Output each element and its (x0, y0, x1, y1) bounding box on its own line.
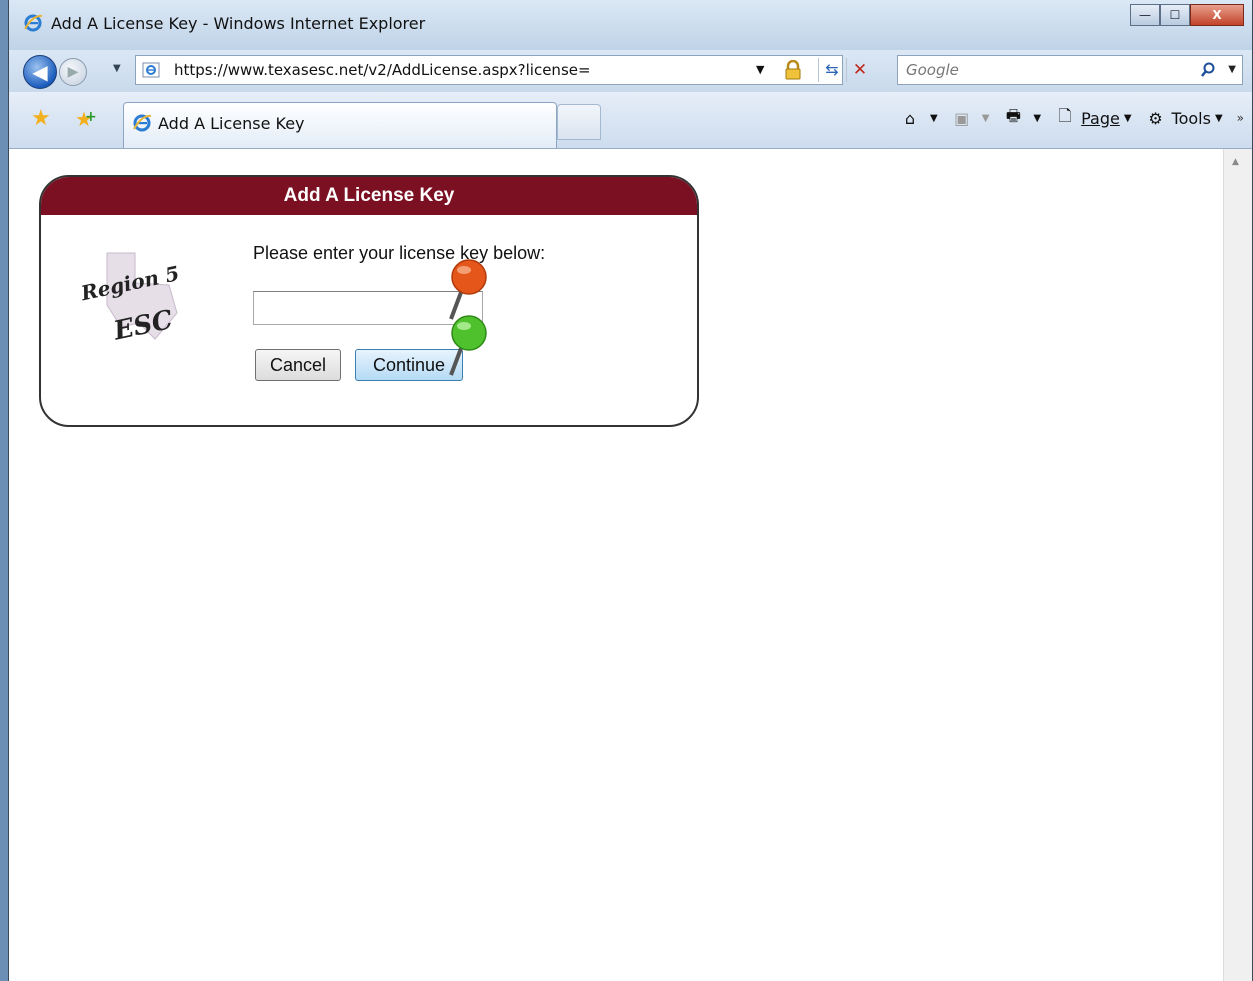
close-button[interactable]: X (1190, 4, 1244, 26)
tools-menu[interactable]: ⚙ Tools ▼ (1146, 108, 1222, 128)
print-button[interactable]: 🖶 ▼ (1003, 105, 1041, 128)
favorites-star-icon[interactable]: ★ (31, 108, 51, 130)
history-dropdown-icon[interactable]: ▼ (113, 63, 121, 74)
back-icon: ◀ (32, 60, 48, 84)
maximize-button[interactable]: ☐ (1160, 4, 1190, 26)
browser-window: Add A License Key - Windows Internet Exp… (8, 0, 1253, 981)
tab-bar: ★ ★ + Add A License Key ⌂ ▼ ▣ ▼ 🖶 ▼ 🗋 Page ▼ ⚙… (9, 92, 1252, 149)
page-icon: 🗋 (1058, 105, 1072, 125)
tools-menu-label: Tools (1171, 108, 1211, 128)
search-icon[interactable] (1200, 62, 1216, 78)
ie-icon (133, 114, 152, 132)
back-button[interactable]: ◀ (23, 55, 57, 89)
address-dropdown-icon[interactable]: ▼ (756, 63, 764, 76)
minimize-button[interactable]: — (1130, 4, 1160, 26)
address-text: https://www.texasesc.net/v2/AddLicense.a… (174, 61, 591, 79)
page-menu-label: Page (1081, 108, 1120, 128)
forward-icon: ▶ (67, 64, 79, 80)
print-icon: 🖶 (1005, 105, 1021, 125)
vertical-scrollbar[interactable]: ▲ (1223, 149, 1252, 981)
search-placeholder: Google (906, 61, 959, 79)
feeds-button[interactable]: ▣ ▼ (952, 108, 989, 128)
window-title: Add A License Key - Windows Internet Exp… (51, 14, 426, 33)
home-button[interactable]: ⌂ ▼ (900, 108, 938, 128)
command-bar: ⌂ ▼ ▣ ▼ 🖶 ▼ 🗋 Page ▼ ⚙ Tools ▼ » (900, 104, 1252, 132)
cancel-button[interactable]: Cancel (255, 349, 341, 381)
chevron-more-icon[interactable]: » (1237, 111, 1244, 125)
license-panel: Add A License Key Region 5 ESC Please en… (39, 175, 699, 427)
address-bar[interactable]: https://www.texasesc.net/v2/AddLicense.a… (135, 55, 867, 85)
ie-icon (24, 14, 43, 32)
page-content: Add A License Key Region 5 ESC Please en… (9, 149, 1252, 981)
navigation-bar: ◀ ▶ ▼ https://www.texasesc.net/v2/AddLic… (9, 50, 1252, 92)
ie-page-icon (142, 62, 160, 78)
refresh-icon[interactable]: ⇆ (818, 58, 845, 82)
new-tab-button[interactable] (557, 104, 601, 140)
title-bar: Add A License Key - Windows Internet Exp… (9, 0, 1252, 50)
tab-label: Add A License Key (158, 114, 305, 133)
stop-icon[interactable]: ✕ (846, 58, 873, 82)
feeds-icon: ▣ (954, 108, 970, 128)
forward-button[interactable]: ▶ (59, 58, 87, 86)
window-controls: — ☐ X (1130, 4, 1244, 26)
scroll-up-icon[interactable]: ▲ (1232, 157, 1239, 167)
tab-add-license-key[interactable]: Add A License Key (123, 102, 557, 148)
license-key-input[interactable] (253, 291, 483, 325)
panel-title: Add A License Key (41, 177, 697, 215)
lock-icon[interactable] (784, 60, 802, 80)
region5-esc-logo: Region 5 ESC (78, 252, 181, 343)
page-menu[interactable]: 🗋 Page ▼ (1055, 105, 1132, 128)
search-dropdown-icon[interactable]: ▼ (1228, 64, 1236, 75)
tools-gear-icon: ⚙ (1148, 108, 1163, 128)
license-prompt: Please enter your license key below: (253, 243, 546, 263)
add-favorites-icon[interactable]: ★ + (75, 108, 97, 130)
continue-button[interactable]: Continue (355, 349, 463, 381)
home-icon: ⌂ (904, 108, 916, 128)
search-box[interactable]: Google ▼ (897, 55, 1243, 85)
